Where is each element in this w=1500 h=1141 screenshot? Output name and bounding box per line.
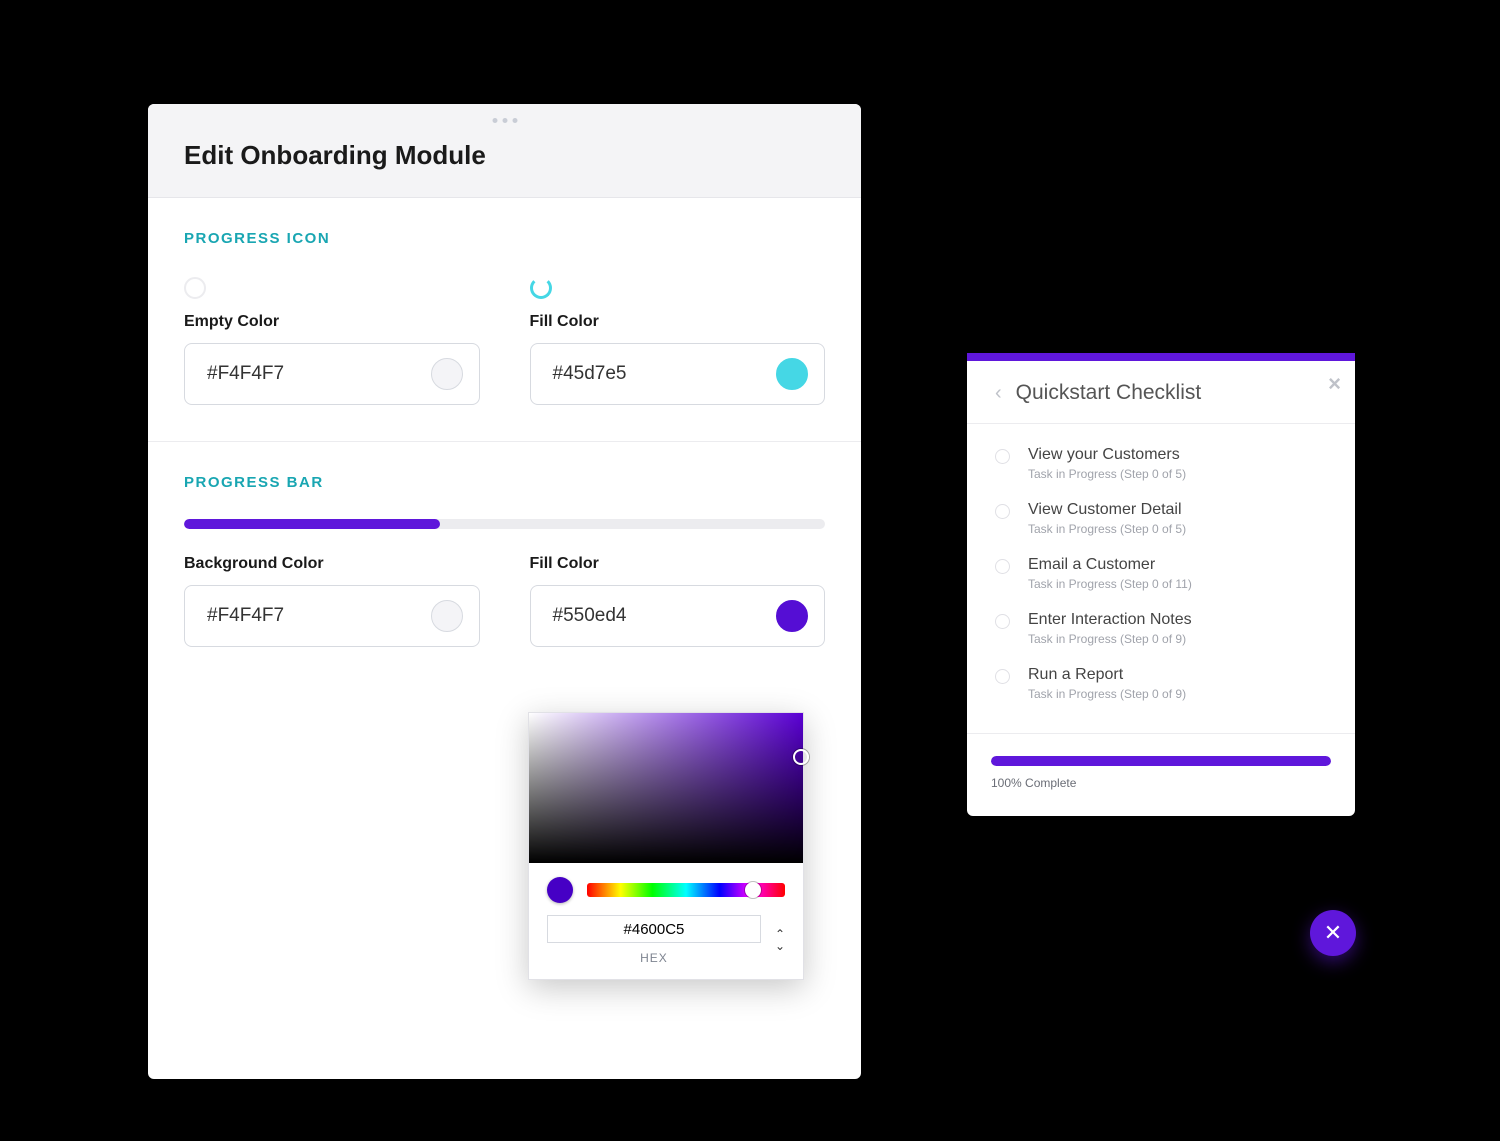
- checklist-item-bullet-icon: [995, 504, 1010, 519]
- checklist-item-bullet-icon: [995, 614, 1010, 629]
- checklist-item-title: Enter Interaction Notes: [1028, 611, 1192, 629]
- checklist-item[interactable]: Enter Interaction Notes Task in Progress …: [967, 601, 1355, 656]
- fill-color-label: Fill Color: [530, 313, 826, 331]
- color-picker-marker[interactable]: [793, 749, 809, 765]
- checklist-card: ‹ Quickstart Checklist × View your Custo…: [967, 353, 1355, 816]
- section-progress-icon: PROGRESS ICON Empty Color #F4F4F7 Fill C…: [148, 198, 861, 442]
- bar-fill-color-label: Fill Color: [530, 555, 826, 573]
- checklist-item-bullet-icon: [995, 449, 1010, 464]
- bar-fill-color-column: Fill Color #550ed4: [530, 555, 826, 647]
- empty-color-label: Empty Color: [184, 313, 480, 331]
- checklist-item-sub: Task in Progress (Step 0 of 9): [1028, 632, 1192, 646]
- checklist-item-sub: Task in Progress (Step 0 of 5): [1028, 522, 1186, 536]
- checklist-item-title: View your Customers: [1028, 446, 1186, 464]
- checklist-item-title: View Customer Detail: [1028, 501, 1186, 519]
- chevron-down-icon[interactable]: ⌄: [775, 940, 785, 952]
- close-icon: ✕: [1324, 920, 1342, 946]
- section-heading-progress-icon: PROGRESS ICON: [184, 230, 825, 247]
- checklist-body: View your Customers Task in Progress (Ste…: [967, 424, 1355, 733]
- background-color-label: Background Color: [184, 555, 480, 573]
- empty-color-value: #F4F4F7: [207, 363, 284, 385]
- checklist-item[interactable]: View your Customers Task in Progress (Ste…: [967, 436, 1355, 491]
- hex-label: HEX: [547, 951, 761, 965]
- checklist-item-title: Email a Customer: [1028, 556, 1192, 574]
- checklist-item[interactable]: Email a Customer Task in Progress (Step 0…: [967, 546, 1355, 601]
- editor-title: Edit Onboarding Module: [184, 140, 825, 171]
- background-color-value: #F4F4F7: [207, 605, 284, 627]
- background-color-swatch[interactable]: [431, 600, 463, 632]
- back-button[interactable]: ‹: [995, 382, 1002, 405]
- empty-color-input[interactable]: #F4F4F7: [184, 343, 480, 405]
- checklist-progress-fill: [991, 756, 1331, 766]
- progress-bar-preview: [184, 519, 825, 529]
- checklist-footer: 100% Complete: [967, 733, 1355, 816]
- checklist-item[interactable]: Run a Report Task in Progress (Step 0 of …: [967, 656, 1355, 711]
- close-icon[interactable]: ×: [1328, 371, 1341, 397]
- color-picker-current-swatch: [547, 877, 573, 903]
- editor-header: Edit Onboarding Module: [148, 104, 861, 198]
- bar-fill-color-input[interactable]: #550ed4: [530, 585, 826, 647]
- empty-color-column: Empty Color #F4F4F7: [184, 277, 480, 405]
- fill-color-swatch[interactable]: [776, 358, 808, 390]
- close-fab-button[interactable]: ✕: [1310, 910, 1356, 956]
- background-color-column: Background Color #F4F4F7: [184, 555, 480, 647]
- fill-progress-preview-icon: [530, 277, 552, 299]
- color-picker-popover: HEX ⌃ ⌄: [528, 712, 804, 980]
- checklist-item-sub: Task in Progress (Step 0 of 5): [1028, 467, 1186, 481]
- hue-slider[interactable]: [587, 883, 785, 897]
- empty-color-swatch[interactable]: [431, 358, 463, 390]
- checklist-item-sub: Task in Progress (Step 0 of 11): [1028, 577, 1192, 591]
- checklist-progress-track: [991, 756, 1331, 766]
- bar-fill-color-value: #550ed4: [553, 605, 627, 627]
- section-heading-progress-bar: PROGRESS BAR: [184, 474, 825, 491]
- checklist-item-bullet-icon: [995, 669, 1010, 684]
- fill-color-column: Fill Color #45d7e5: [530, 277, 826, 405]
- checklist-title: Quickstart Checklist: [1016, 381, 1202, 405]
- checklist-item-bullet-icon: [995, 559, 1010, 574]
- color-picker-canvas[interactable]: [529, 713, 803, 863]
- format-stepper[interactable]: ⌃ ⌄: [775, 928, 785, 952]
- section-progress-bar: PROGRESS BAR Background Color #F4F4F7 Fi…: [148, 442, 861, 683]
- bar-fill-color-swatch[interactable]: [776, 600, 808, 632]
- progress-bar-preview-fill: [184, 519, 440, 529]
- hex-input[interactable]: [547, 915, 761, 943]
- hue-slider-thumb[interactable]: [745, 882, 761, 898]
- drag-handle-icon[interactable]: [492, 118, 517, 123]
- fill-color-value: #45d7e5: [553, 363, 627, 385]
- checklist-header: ‹ Quickstart Checklist ×: [967, 361, 1355, 424]
- checklist-progress-label: 100% Complete: [991, 776, 1331, 790]
- empty-progress-preview-icon: [184, 277, 206, 299]
- checklist-item-sub: Task in Progress (Step 0 of 9): [1028, 687, 1186, 701]
- checklist-item[interactable]: View Customer Detail Task in Progress (St…: [967, 491, 1355, 546]
- background-color-input[interactable]: #F4F4F7: [184, 585, 480, 647]
- fill-color-input[interactable]: #45d7e5: [530, 343, 826, 405]
- checklist-item-title: Run a Report: [1028, 666, 1186, 684]
